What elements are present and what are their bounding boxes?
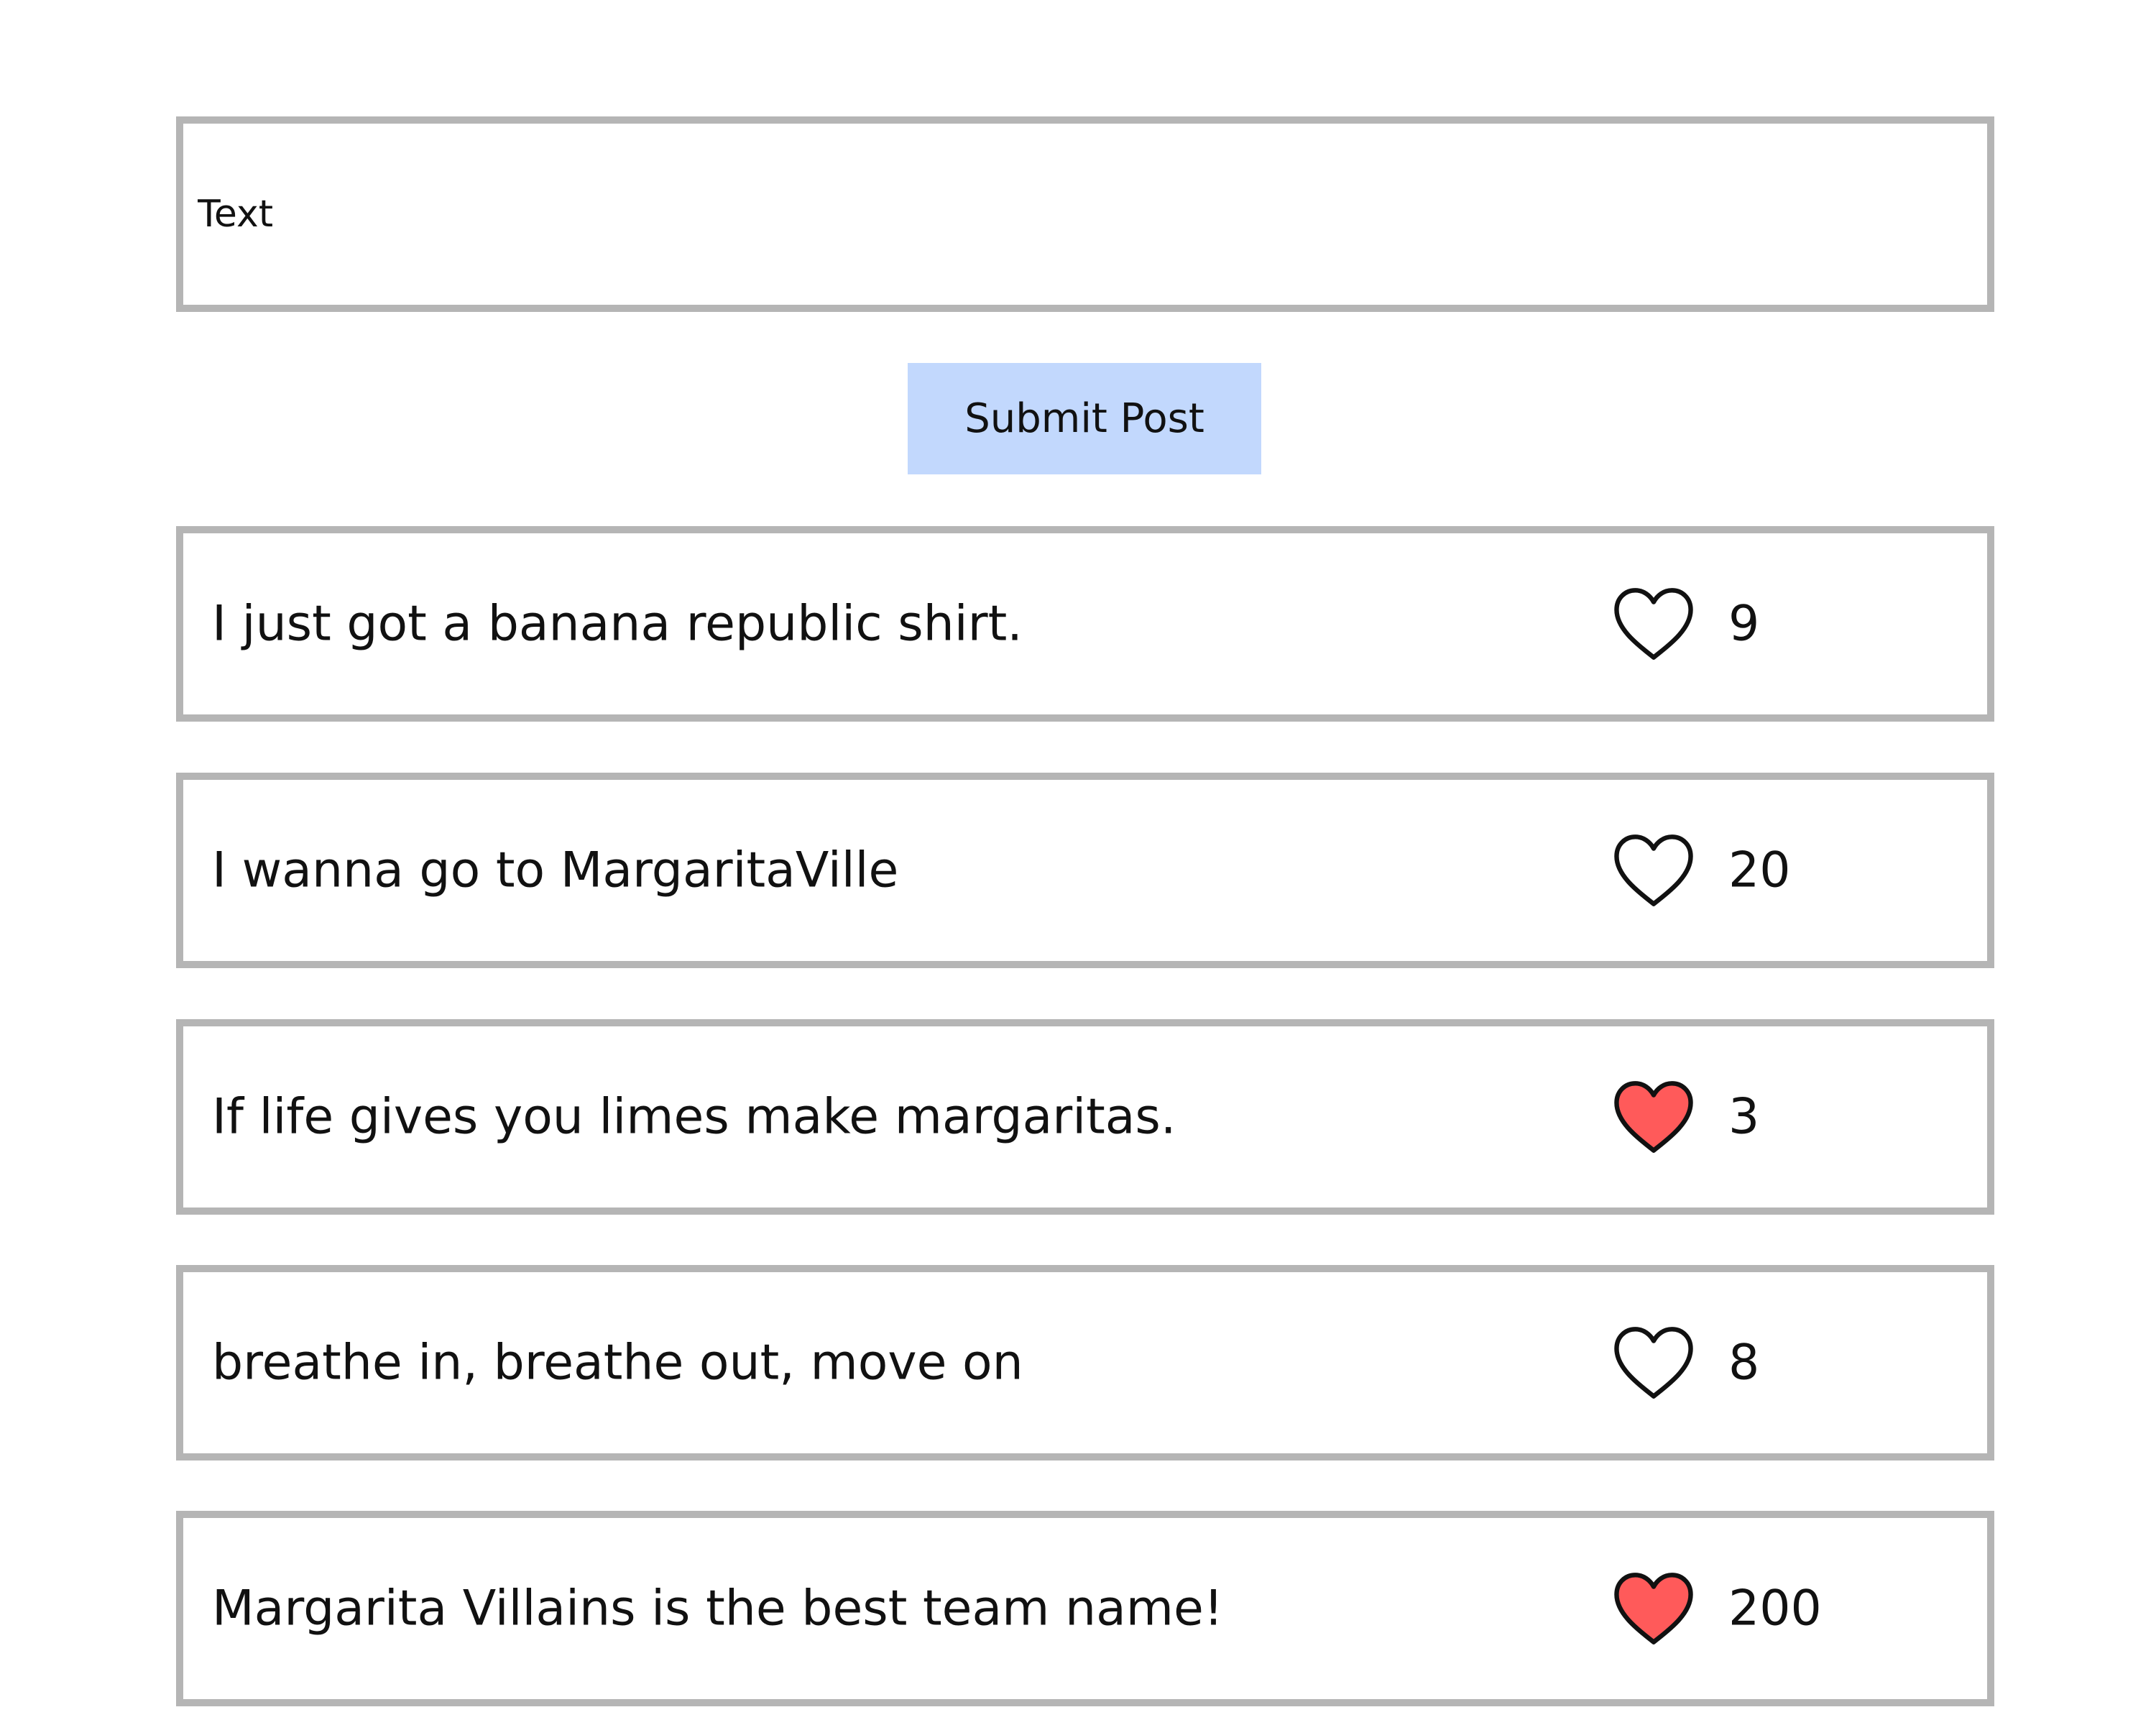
like-button[interactable] — [1610, 1324, 1697, 1402]
post-text-input[interactable] — [198, 124, 1973, 305]
post-text: I wanna go to MargaritaVille — [212, 842, 899, 899]
post-text: If life gives you limes make margaritas. — [212, 1088, 1176, 1146]
like-count: 200 — [1728, 1580, 1822, 1637]
post-text: I just got a banana republic shirt. — [212, 595, 1023, 653]
like-button[interactable] — [1610, 832, 1697, 909]
post-item: I wanna go to MargaritaVille 20 — [176, 773, 1994, 968]
heart-icon — [1614, 1327, 1693, 1399]
post-composer — [176, 116, 1994, 312]
post-item: Margarita Villains is the best team name… — [176, 1511, 1994, 1706]
post-item: If life gives you limes make margaritas.… — [176, 1019, 1994, 1215]
heart-icon — [1614, 834, 1693, 906]
heart-icon — [1614, 1573, 1693, 1644]
post-item: breathe in, breathe out, move on 8 — [176, 1265, 1994, 1460]
heart-icon — [1614, 1081, 1693, 1153]
post-item: I just got a banana republic shirt. 9 — [176, 526, 1994, 722]
like-count: 9 — [1728, 595, 1760, 653]
like-button[interactable] — [1610, 1570, 1697, 1647]
post-text: Margarita Villains is the best team name… — [212, 1580, 1224, 1637]
like-button[interactable] — [1610, 585, 1697, 663]
like-count: 8 — [1728, 1334, 1760, 1392]
like-count: 20 — [1728, 842, 1791, 899]
like-button[interactable] — [1610, 1078, 1697, 1156]
like-count: 3 — [1728, 1088, 1760, 1146]
submit-post-button[interactable]: Submit Post — [908, 363, 1261, 474]
post-text: breathe in, breathe out, move on — [212, 1334, 1023, 1392]
heart-icon — [1614, 588, 1693, 660]
